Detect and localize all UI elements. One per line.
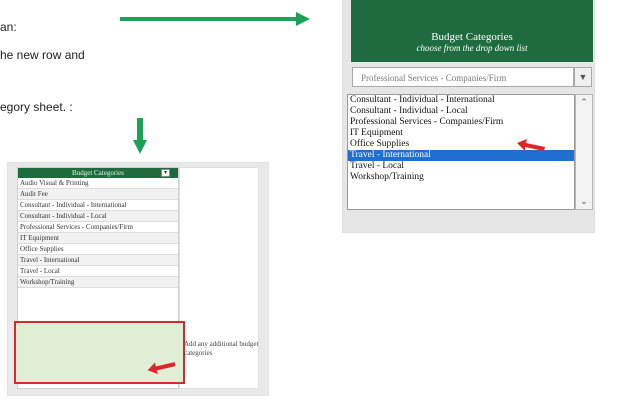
sheet-row[interactable]: Travel - Local <box>18 266 178 277</box>
budget-categories-header: Budget Categories choose from the drop d… <box>351 0 593 62</box>
filter-dropdown-icon[interactable]: ▾ <box>161 169 170 177</box>
option-item[interactable]: Consultant - Individual - International <box>348 95 574 106</box>
sheet-row[interactable]: Audio Visual & Printing <box>18 178 178 189</box>
sheet-row[interactable]: IT Equipment <box>18 233 178 244</box>
additional-categories-note: Add any additional budget categories <box>184 340 259 357</box>
sheet-row[interactable]: Consultant - Individual - International <box>18 200 178 211</box>
header-subtitle: choose from the drop down list <box>416 43 528 53</box>
instruction-line-1: an: <box>0 20 17 34</box>
option-item[interactable]: IT Equipment <box>348 128 574 139</box>
sheet-row[interactable]: Audit Fee <box>18 189 178 200</box>
red-pointer-arrow-icon <box>517 139 545 151</box>
instruction-line-2: he new row and <box>0 48 85 62</box>
header-title: Budget Categories <box>431 31 513 43</box>
option-item[interactable]: Travel - Local <box>348 161 574 172</box>
dropdown-scrollbar[interactable]: ⌃ ⌄ <box>575 94 593 210</box>
right-arrow-icon <box>120 12 310 26</box>
option-item[interactable]: Professional Services - Companies/Firm <box>348 117 574 128</box>
category-select[interactable]: Professional Services - Companies/Firm <box>352 67 574 87</box>
down-arrow-icon <box>133 118 147 154</box>
option-item[interactable]: Workshop/Training <box>348 172 574 183</box>
dropdown-screenshot: Budget Categories choose from the drop d… <box>343 0 594 232</box>
scroll-down-icon[interactable]: ⌄ <box>576 196 592 207</box>
sheet-header: Budget Categories <box>18 168 178 178</box>
sheet-row[interactable]: Consultant - Individual - Local <box>18 211 178 222</box>
sheet-row[interactable]: Travel - International <box>18 255 178 266</box>
option-item[interactable]: Consultant - Individual - Local <box>348 106 574 117</box>
scroll-up-icon[interactable]: ⌃ <box>576 97 592 108</box>
sheet-row[interactable]: Office Supplies <box>18 244 178 255</box>
dropdown-chevron-icon[interactable]: ▼ <box>574 67 592 87</box>
sheet-row[interactable]: Professional Services - Companies/Firm <box>18 222 178 233</box>
sheet-screenshot: Budget Categories ▾ Audio Visual & Print… <box>8 163 268 395</box>
sheet-row[interactable]: Workshop/Training <box>18 277 178 288</box>
instruction-line-3: egory sheet. : <box>0 100 73 114</box>
